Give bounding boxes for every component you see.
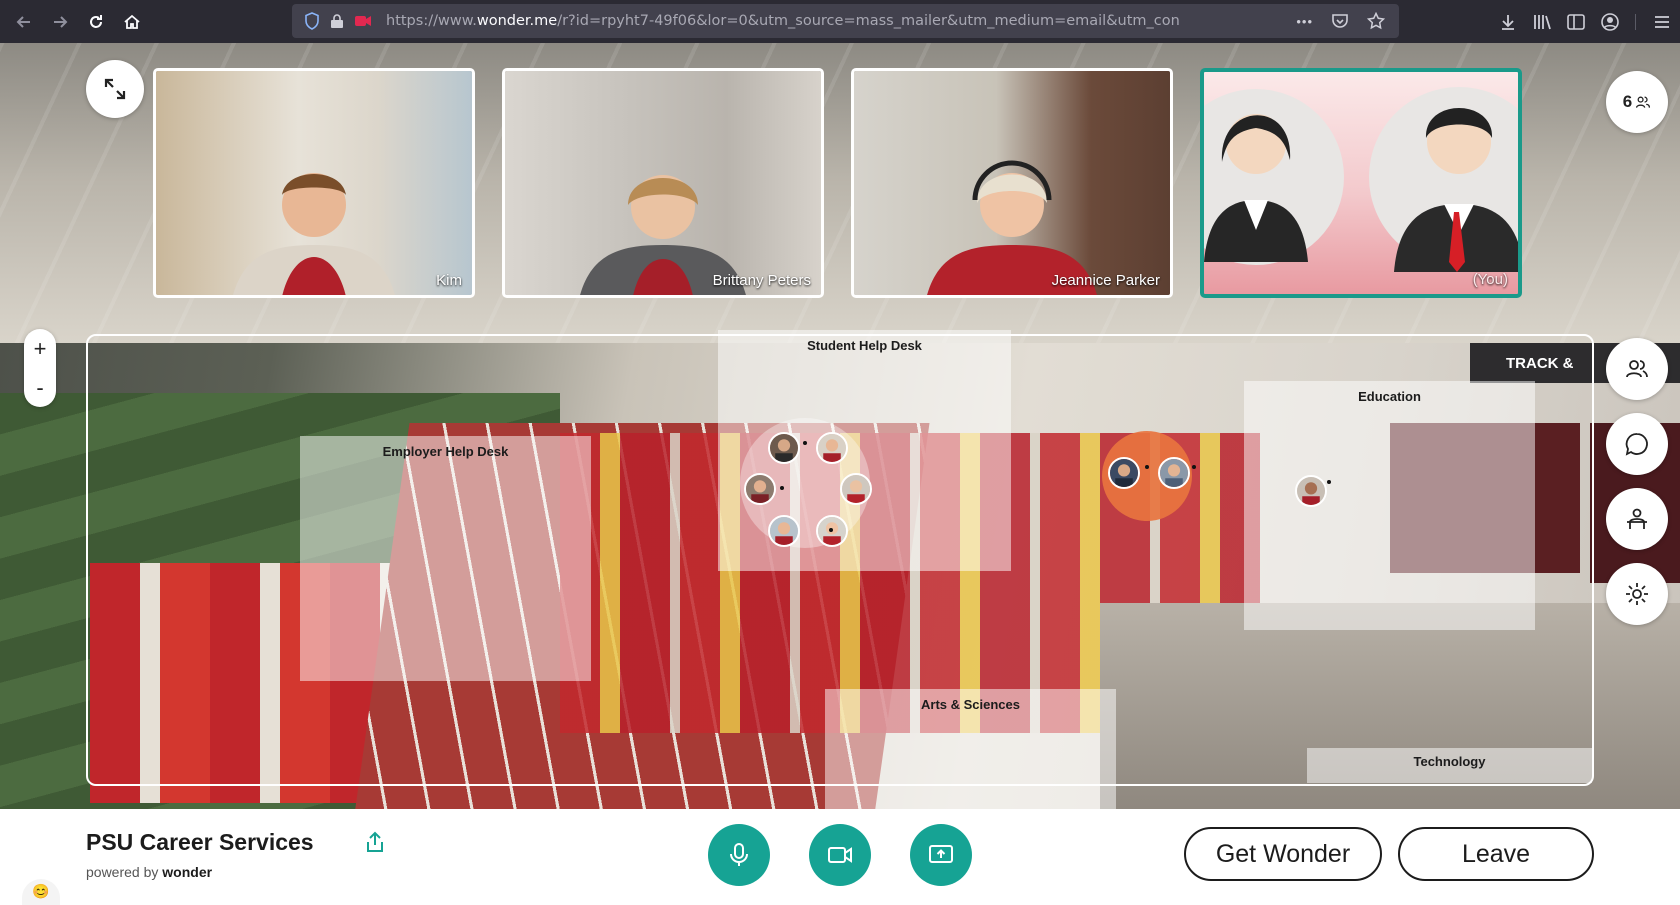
camera-button[interactable] bbox=[809, 824, 871, 886]
powered-brand: wonder bbox=[162, 864, 213, 880]
person-at-desk-icon bbox=[1627, 508, 1647, 529]
leave-button[interactable]: Leave bbox=[1398, 827, 1594, 881]
sidebar-icon[interactable] bbox=[1566, 12, 1586, 32]
screen-share-button[interactable] bbox=[910, 824, 972, 886]
zoom-in-button[interactable]: + bbox=[34, 336, 47, 362]
back-icon[interactable] bbox=[6, 4, 42, 40]
event-stage: TRACK & Kim Brittany Peters Jeannice Par… bbox=[0, 43, 1680, 809]
room-technology[interactable]: Technology bbox=[1307, 748, 1592, 783]
download-icon[interactable] bbox=[1498, 12, 1518, 32]
participant-video-icon bbox=[233, 173, 395, 295]
participant-avatar[interactable] bbox=[744, 473, 776, 505]
room-label: Education bbox=[1358, 389, 1421, 404]
participant-avatar[interactable] bbox=[1108, 457, 1140, 489]
video-camera-icon bbox=[828, 847, 852, 863]
powered-prefix: powered by bbox=[86, 864, 159, 880]
camera-permission-icon[interactable] bbox=[354, 14, 372, 28]
zoom-control: + - bbox=[24, 329, 56, 407]
home-icon[interactable] bbox=[114, 4, 150, 40]
people-icon bbox=[1636, 96, 1651, 108]
url-domain: wonder.me bbox=[476, 13, 558, 29]
avatar-placeholder-icon bbox=[1204, 87, 1518, 272]
video-tile-kim[interactable]: Kim bbox=[153, 68, 475, 298]
shield-icon[interactable] bbox=[304, 12, 320, 30]
menu-icon[interactable] bbox=[1652, 12, 1672, 32]
fullscreen-button[interactable] bbox=[86, 60, 144, 118]
chat-icon bbox=[1625, 433, 1648, 456]
separator-icon bbox=[1635, 14, 1636, 30]
reload-icon[interactable] bbox=[78, 4, 114, 40]
reaction-icon[interactable]: 😊 bbox=[22, 879, 60, 905]
url-suffix: /r?id=rpyht7-49f06&lor=0&utm_source=mass… bbox=[557, 13, 1180, 29]
room-label: Employer Help Desk bbox=[382, 444, 509, 459]
speaker-dot bbox=[829, 528, 833, 532]
speaker-dot bbox=[803, 441, 807, 445]
bottom-bar: 😊 PSU Career Services powered by wonder … bbox=[0, 809, 1680, 905]
space-title: PSU Career Services bbox=[86, 829, 314, 855]
gear-icon bbox=[1626, 583, 1648, 605]
share-icon[interactable] bbox=[365, 831, 385, 853]
lock-icon[interactable] bbox=[330, 13, 344, 29]
pocket-icon[interactable] bbox=[1331, 12, 1349, 30]
participant-avatar[interactable] bbox=[840, 473, 872, 505]
room-employer-help-desk[interactable]: Employer Help Desk bbox=[300, 436, 591, 681]
room-label: Technology bbox=[1413, 754, 1486, 769]
people-list-button[interactable] bbox=[1606, 338, 1668, 400]
more-icon[interactable]: ••• bbox=[1296, 14, 1313, 29]
browser-toolbar: https://www.wonder.me/r?id=rpyht7-49f06&… bbox=[0, 0, 1680, 43]
url-prefix: https://www. bbox=[386, 13, 477, 29]
room-arts-sciences[interactable]: Arts & Sciences bbox=[825, 689, 1116, 809]
speaker-dot bbox=[780, 486, 784, 490]
speaker-dot bbox=[1327, 480, 1331, 484]
speaker-dot bbox=[1192, 465, 1196, 469]
video-tile-brittany-peters[interactable]: Brittany Peters bbox=[502, 68, 824, 298]
bookmark-star-icon[interactable] bbox=[1367, 12, 1385, 30]
participant-count: 6 bbox=[1622, 92, 1633, 111]
expand-icon bbox=[104, 78, 126, 100]
settings-button[interactable] bbox=[1606, 563, 1668, 625]
host-desk-button[interactable] bbox=[1606, 488, 1668, 550]
participant-avatar[interactable] bbox=[1158, 457, 1190, 489]
participant-avatar[interactable] bbox=[768, 515, 800, 547]
address-bar[interactable]: https://www.wonder.me/r?id=rpyht7-49f06&… bbox=[292, 4, 1399, 38]
participant-avatar[interactable] bbox=[768, 432, 800, 464]
speaker-dot bbox=[1145, 465, 1149, 469]
account-icon[interactable] bbox=[1600, 12, 1620, 32]
microphone-icon bbox=[730, 843, 748, 866]
room-label: Arts & Sciences bbox=[921, 697, 1020, 712]
library-icon[interactable] bbox=[1532, 12, 1552, 32]
participant-avatar[interactable] bbox=[816, 432, 848, 464]
video-tile-you[interactable]: (You) bbox=[1200, 68, 1522, 298]
video-tile-jeannice-parker[interactable]: Jeannice Parker bbox=[851, 68, 1173, 298]
participant-count-button[interactable]: 6 bbox=[1606, 71, 1668, 133]
get-wonder-button[interactable]: Get Wonder bbox=[1184, 827, 1382, 881]
microphone-button[interactable] bbox=[708, 824, 770, 886]
participant-name: Jeannice Parker bbox=[1051, 272, 1160, 289]
room-education[interactable]: Education bbox=[1244, 381, 1535, 630]
forward-icon[interactable] bbox=[42, 4, 78, 40]
powered-by: powered by wonder bbox=[86, 864, 212, 880]
url-text: https://www.wonder.me/r?id=rpyht7-49f06&… bbox=[386, 13, 1216, 29]
participant-name: Brittany Peters bbox=[712, 272, 811, 289]
participant-name: (You) bbox=[1472, 271, 1508, 288]
zoom-out-button[interactable]: - bbox=[36, 375, 43, 401]
people-icon bbox=[1626, 360, 1648, 378]
participant-name: Kim bbox=[436, 272, 462, 289]
chat-button[interactable] bbox=[1606, 413, 1668, 475]
screen-share-icon bbox=[929, 845, 953, 863]
room-label: Student Help Desk bbox=[807, 338, 922, 353]
participant-avatar[interactable] bbox=[1295, 475, 1327, 507]
